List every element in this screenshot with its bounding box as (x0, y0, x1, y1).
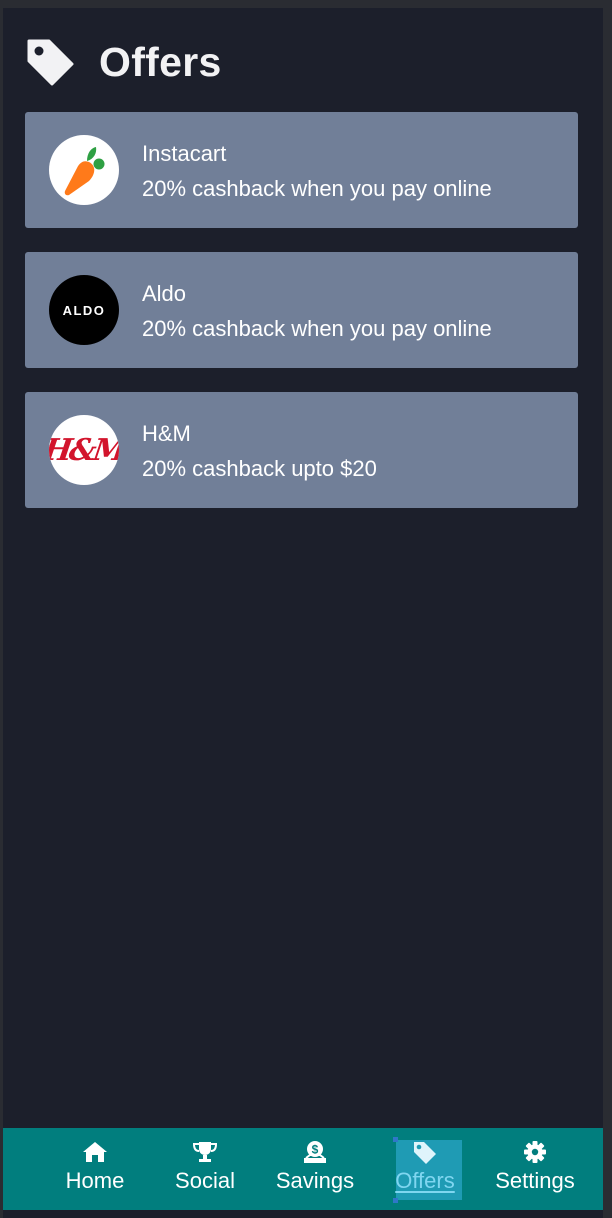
offer-name: H&M (142, 421, 191, 446)
tag-icon (25, 37, 75, 87)
tab-label: Home (65, 1168, 125, 1193)
offer-card-aldo[interactable]: ALDO Aldo 20% cashback when you pay onli… (25, 252, 578, 368)
tag-icon (412, 1139, 438, 1165)
carrot-icon (64, 147, 105, 196)
instacart-logo (49, 135, 119, 205)
offer-description: 20% cashback upto $20 (142, 456, 377, 481)
tab-offers[interactable]: Offers (370, 1128, 480, 1210)
page-header: Offers (25, 36, 222, 88)
tab-savings[interactable]: $ Savings (260, 1128, 370, 1210)
trophy-icon (192, 1139, 218, 1165)
tab-settings[interactable]: Settings (480, 1128, 590, 1210)
money-bag-icon: $ (302, 1139, 328, 1165)
aldo-logo-text: ALDO (62, 302, 106, 318)
hm-logo-text: H&M (49, 432, 119, 468)
hm-logo: H&M (49, 415, 119, 485)
tab-home[interactable]: Home (40, 1128, 150, 1210)
offer-list: Instacart 20% cashback when you pay onli… (25, 112, 578, 532)
tab-label: Social (175, 1168, 235, 1193)
app-screen: Offers Instacart 20% cashback when you p… (0, 0, 612, 1218)
bottom-strip (3, 1210, 603, 1218)
offer-description: 20% cashback when you pay online (142, 316, 492, 341)
gear-icon (522, 1139, 548, 1165)
offer-description: 20% cashback when you pay online (142, 176, 492, 201)
home-icon (82, 1139, 108, 1165)
selection-handle (393, 1198, 398, 1203)
tab-label: Offers (395, 1168, 455, 1193)
aldo-logo: ALDO (49, 275, 119, 345)
offer-name: Instacart (142, 141, 227, 166)
selection-handle (393, 1137, 398, 1142)
bottom-tab-bar: Home Social $ Savings Offers Settings (3, 1128, 603, 1210)
tab-social[interactable]: Social (150, 1128, 260, 1210)
offer-card-instacart[interactable]: Instacart 20% cashback when you pay onli… (25, 112, 578, 228)
offer-card-hm[interactable]: H&M H&M 20% cashback upto $20 (25, 392, 578, 508)
tab-label: Settings (495, 1168, 575, 1193)
tab-label: Savings (275, 1168, 355, 1193)
page-title: Offers (99, 38, 222, 85)
offer-name: Aldo (142, 281, 187, 306)
